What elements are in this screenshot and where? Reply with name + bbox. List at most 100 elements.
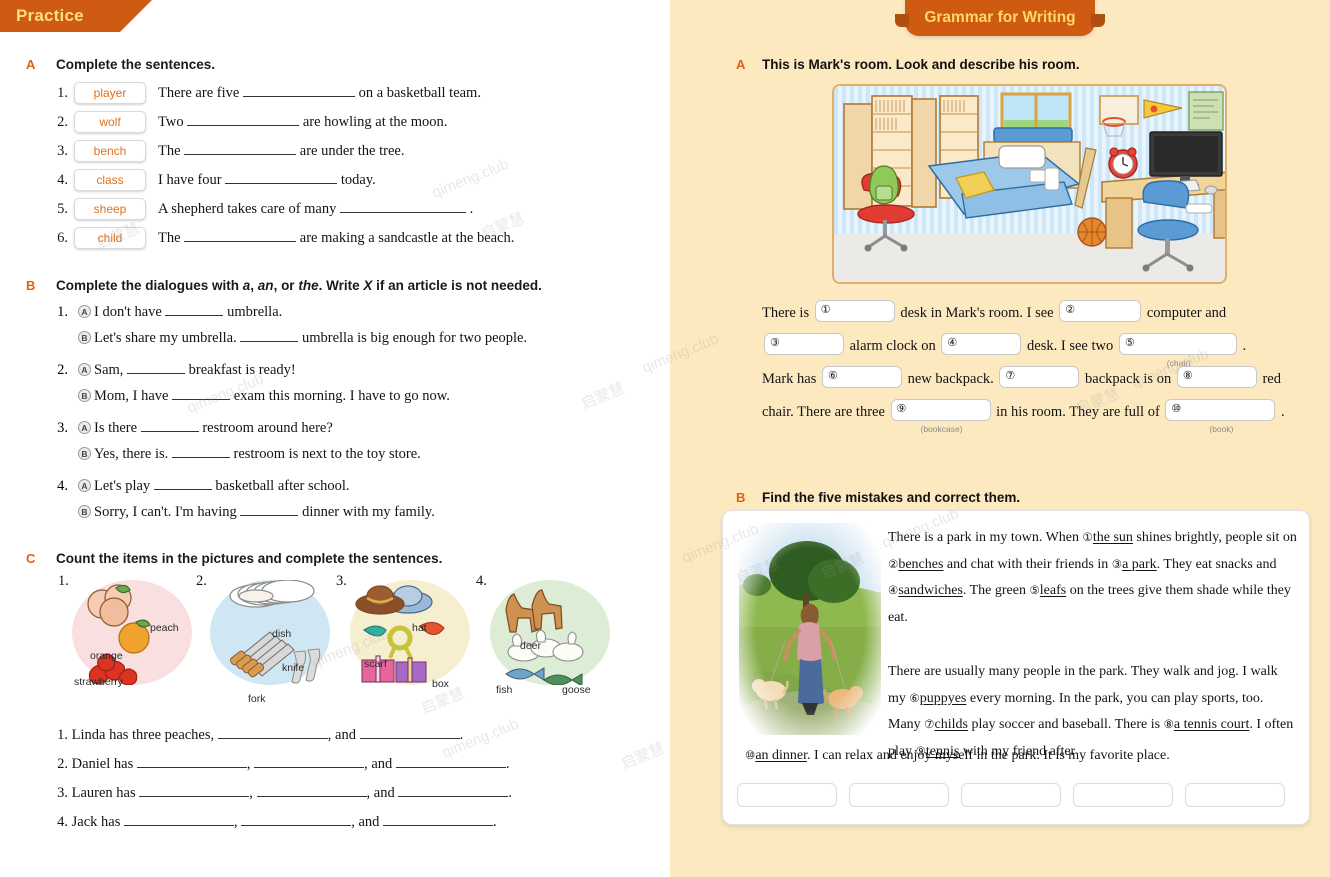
cloze-number: ⑥ <box>828 370 838 382</box>
blank-line[interactable] <box>136 767 247 768</box>
b-title-the: the <box>298 278 319 293</box>
blank-line[interactable] <box>383 825 494 826</box>
underlined-phrase[interactable]: benches <box>898 557 943 572</box>
underlined-phrase[interactable]: leafs <box>1040 583 1066 598</box>
dialogue-number: 1. <box>57 304 68 320</box>
mistake-marker: ⑥ <box>909 692 920 705</box>
blank-line[interactable] <box>139 796 250 797</box>
cloze-input-box[interactable]: ⑨ (bookcase) <box>890 399 991 434</box>
cloze-input-box[interactable]: ⑦ <box>999 366 1080 388</box>
cloze-number: ② <box>1065 304 1076 316</box>
sentence-row: 2. wolf Two are howling at the moon. <box>48 110 447 134</box>
underlined-phrase[interactable]: a tennis court <box>1174 717 1249 732</box>
cloze-number: ③ <box>770 337 780 349</box>
mistake-marker: ⑦ <box>924 719 935 731</box>
cloze-input-box[interactable]: ⑧ <box>1176 366 1257 388</box>
blank-line[interactable] <box>254 767 365 768</box>
cloze-input-box[interactable]: ⑩ (book) <box>1165 399 1276 434</box>
row-number: 4. <box>57 171 68 188</box>
word-chip[interactable]: bench <box>74 140 146 162</box>
picture-item-label: fish <box>496 684 513 696</box>
blank-line[interactable] <box>127 373 186 374</box>
cloze-input-box[interactable]: ④ <box>941 333 1022 355</box>
marks-room-illustration <box>832 84 1227 284</box>
blank-line[interactable] <box>184 240 297 242</box>
cloze-text: backpack is on <box>1081 371 1175 387</box>
cloze-hint: (book) <box>1209 424 1234 434</box>
cloze-text: new backpack. <box>904 371 998 387</box>
dialogue-line-b: B Let's share my umbrella. umbrella is bi… <box>78 330 527 347</box>
correction-answer-box[interactable] <box>961 783 1061 807</box>
picture-items-svg <box>505 589 584 685</box>
blank-line[interactable] <box>240 341 299 342</box>
cloze-text: desk in Mark's room. I see <box>896 305 1058 321</box>
cloze-line: There is ① desk in Mark's room. I see ② … <box>762 300 1318 333</box>
paragraph-text: There is a park in my town. When <box>888 530 1083 545</box>
blank-line[interactable] <box>256 796 367 797</box>
cloze-input-box[interactable]: ① <box>814 300 895 322</box>
underlined-phrase[interactable]: an dinner <box>755 748 807 763</box>
room-description-cloze: There is ① desk in Mark's room. I see ② … <box>762 300 1318 434</box>
blank-line[interactable] <box>241 825 352 826</box>
cloze-text: . <box>1277 404 1285 420</box>
correction-answer-box[interactable] <box>1073 783 1173 807</box>
blank-line[interactable] <box>217 738 328 739</box>
b-title-comma: , <box>250 278 258 293</box>
paragraph-text: shines brightly, people sit on <box>1132 530 1297 545</box>
picture-item-label: scarf <box>364 658 387 670</box>
correction-answer-box[interactable] <box>737 783 837 807</box>
word-chip[interactable]: sheep <box>74 198 146 220</box>
blank-line[interactable] <box>359 738 460 739</box>
cloze-input-box[interactable]: ③ <box>764 333 844 355</box>
b-title-part2: . Write <box>318 278 364 293</box>
underlined-phrase[interactable]: a park <box>1122 557 1157 572</box>
blank-line[interactable] <box>123 825 234 826</box>
cloze-input-box[interactable]: ⑤ (chair) <box>1118 333 1237 368</box>
word-chip[interactable]: child <box>74 227 146 249</box>
picture-item-label: box <box>432 678 449 690</box>
paragraph-text: and chat with their friends in <box>943 556 1112 572</box>
blank-line[interactable] <box>165 315 224 316</box>
correction-answer-box[interactable] <box>849 783 949 807</box>
sentence-row: 3. bench The are under the tree. <box>48 139 404 163</box>
blank-line[interactable] <box>153 489 212 490</box>
picture-item-label: deer <box>520 640 542 652</box>
speaker-badge-a: A <box>78 363 91 376</box>
blank-line[interactable] <box>242 95 355 97</box>
cloze-number: ⑦ <box>1005 370 1016 382</box>
blank-line[interactable] <box>225 182 338 184</box>
paragraph-text: . I can relax and enjoy myself in the pa… <box>807 748 1170 763</box>
underlined-phrase[interactable]: sandwiches <box>898 583 963 598</box>
underlined-phrase[interactable]: puppyes <box>920 691 967 706</box>
picture-illustration: hat scarf box <box>350 580 470 690</box>
blank-line[interactable] <box>340 211 466 213</box>
mistakes-card: There is a park in my town. When ①the su… <box>722 510 1310 825</box>
blank-line[interactable] <box>240 515 299 516</box>
blank-line[interactable] <box>140 431 199 432</box>
right-section-b-letter: B <box>736 490 746 505</box>
dialogue-line-a: AI don't have umbrella. <box>78 304 282 321</box>
cloze-input-box[interactable]: ② <box>1059 300 1142 322</box>
blank-line[interactable] <box>187 124 300 126</box>
picture-item-label: knife <box>282 662 305 674</box>
word-chip[interactable]: class <box>74 169 146 191</box>
cloze-line: Mark has ⑥ new backpack. ⑦ backpack is o… <box>762 366 1318 399</box>
section-a-title: Complete the sentences. <box>56 57 216 72</box>
word-chip[interactable]: player <box>74 82 146 104</box>
underlined-phrase[interactable]: the sun <box>1093 530 1133 545</box>
underlined-phrase[interactable]: childs <box>934 717 967 732</box>
correction-answer-box[interactable] <box>1185 783 1285 807</box>
b-title-part1: Complete the dialogues with <box>56 278 243 293</box>
speaker-badge-a: A <box>78 305 91 318</box>
blank-line[interactable] <box>398 796 509 797</box>
sentence-number: 2. <box>57 756 68 772</box>
blank-line[interactable] <box>172 399 231 400</box>
blank-line[interactable] <box>395 767 506 768</box>
blank-line[interactable] <box>184 153 297 155</box>
cloze-number: ⑩ <box>1171 403 1182 415</box>
mistake-marker: ① <box>1082 532 1093 544</box>
blank-line[interactable] <box>171 457 230 458</box>
mistake-marker: ② <box>888 558 899 571</box>
word-chip[interactable]: wolf <box>74 111 146 133</box>
cloze-input-box[interactable]: ⑥ <box>822 366 902 388</box>
